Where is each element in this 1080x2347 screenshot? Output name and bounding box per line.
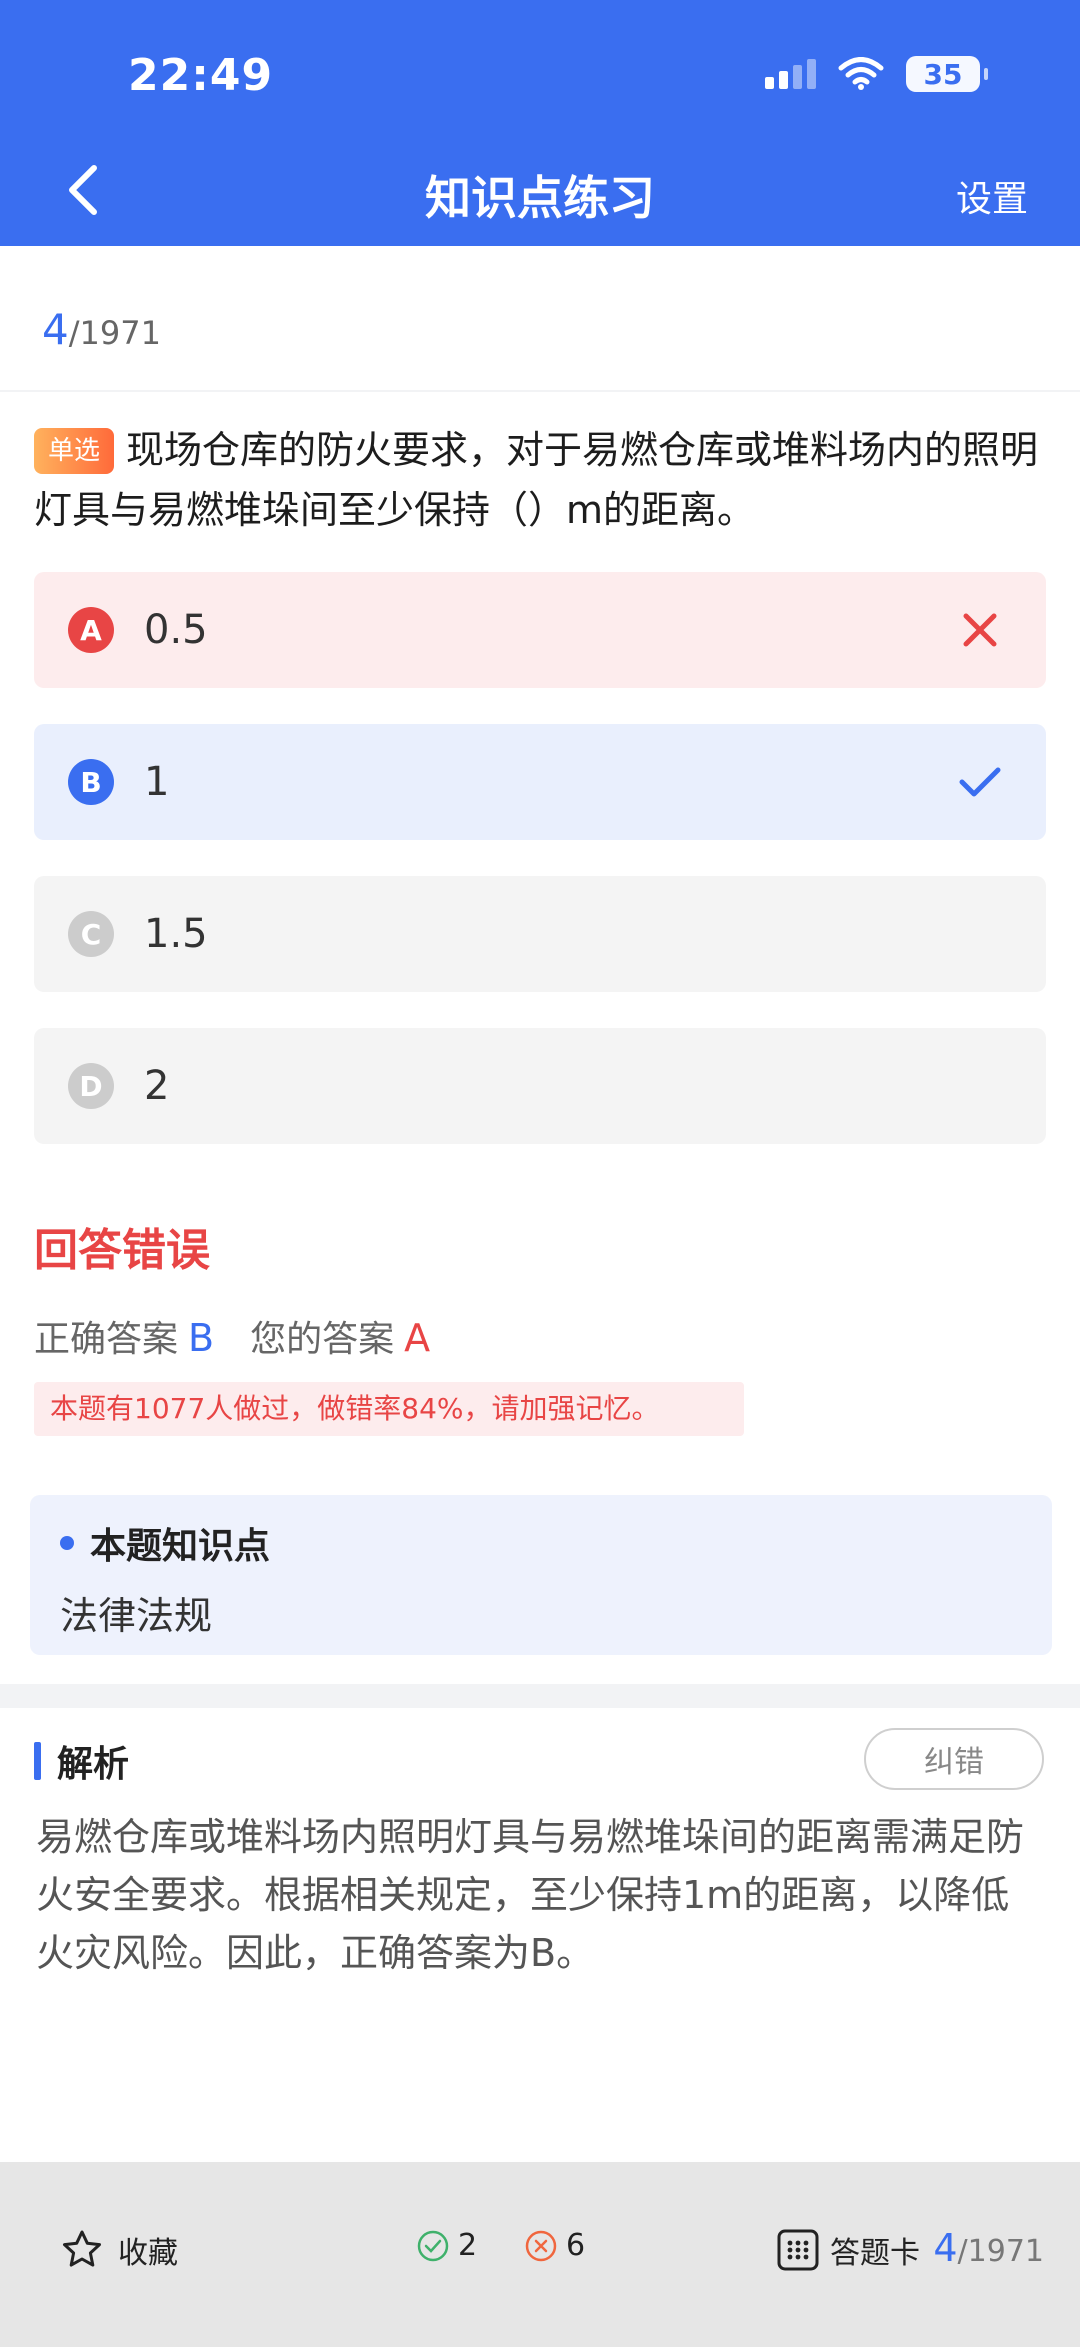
footer-progress: 4/1971 bbox=[933, 2226, 1044, 2270]
your-answer-value: A bbox=[404, 1316, 431, 1360]
option-c[interactable]: C 1.5 bbox=[34, 876, 1046, 992]
progress-current: 4 bbox=[42, 305, 69, 354]
your-answer-label: 您的答案 bbox=[250, 1319, 395, 1360]
check-circle-icon bbox=[417, 2230, 449, 2261]
option-d[interactable]: D 2 bbox=[34, 1028, 1046, 1144]
option-text: 1 bbox=[144, 759, 170, 805]
answer-card-label: 答题卡 bbox=[830, 2236, 920, 2271]
knowledge-point-label: 本题知识点 bbox=[90, 1526, 271, 1567]
favorite-button[interactable]: 收藏 bbox=[60, 2228, 178, 2272]
option-a[interactable]: A 0.5 bbox=[34, 572, 1046, 688]
section-accent-bar bbox=[34, 1742, 41, 1780]
wifi-icon bbox=[838, 57, 884, 90]
status-icons: 35 bbox=[765, 56, 988, 92]
knowledge-point-card: 本题知识点 法律法规 bbox=[30, 1495, 1052, 1655]
question-stem: 单选 现场仓库的防火要求，对于易燃仓库或堆料场内的照明灯具与易燃堆垛间至少保持（）… bbox=[34, 420, 1044, 540]
page-title: 知识点练习 bbox=[425, 171, 655, 225]
question-text: 现场仓库的防火要求，对于易燃仓库或堆料场内的照明灯具与易燃堆垛间至少保持（）m的… bbox=[34, 428, 1039, 532]
answer-card-button[interactable]: 答题卡 bbox=[776, 2228, 920, 2272]
option-text: 2 bbox=[144, 1063, 170, 1109]
correct-count: 2 bbox=[416, 2228, 477, 2263]
knowledge-point-value: 法律法规 bbox=[60, 1594, 213, 1638]
bullet-dot bbox=[60, 1536, 74, 1550]
check-icon bbox=[959, 767, 1001, 797]
settings-button[interactable]: 设置 bbox=[956, 170, 1028, 222]
status-time: 22:49 bbox=[128, 50, 274, 101]
question-progress: 4/1971 bbox=[42, 305, 161, 354]
divider bbox=[0, 390, 1080, 392]
correct-answer-value: B bbox=[188, 1316, 215, 1360]
knowledge-point-title: 本题知识点 bbox=[60, 1517, 270, 1569]
analysis-title: 解析 bbox=[57, 1744, 130, 1785]
result-title: 回答错误 bbox=[34, 1225, 210, 1276]
answer-summary: 正确答案 B 您的答案 A bbox=[34, 1310, 430, 1362]
analysis-text: 易燃仓库或堆料场内照明灯具与易燃堆垛间的距离需满足防火安全要求。根据相关规定，至… bbox=[36, 1815, 1025, 1975]
favorite-label: 收藏 bbox=[118, 2236, 178, 2271]
option-text: 1.5 bbox=[144, 911, 208, 957]
option-letter: B bbox=[68, 759, 114, 805]
option-letter: A bbox=[68, 607, 114, 653]
progress-total: /1971 bbox=[68, 314, 161, 352]
star-icon bbox=[63, 2230, 101, 2267]
analysis-header: 解析 bbox=[34, 1735, 129, 1787]
option-b[interactable]: B 1 bbox=[34, 724, 1046, 840]
bottom-toolbar: 收藏 2 6 答题卡 4/1971 bbox=[0, 2162, 1080, 2347]
question-type-tag: 单选 bbox=[34, 428, 115, 474]
option-letter: C bbox=[68, 911, 114, 957]
wrong-count: 6 bbox=[524, 2228, 585, 2263]
grid-icon bbox=[777, 2229, 819, 2271]
error-rate-note: 本题有1077人做过，做错率84%，请加强记忆。 bbox=[34, 1382, 744, 1436]
cross-icon bbox=[963, 613, 997, 647]
option-letter: D bbox=[68, 1063, 114, 1109]
battery-icon: 35 bbox=[906, 56, 988, 92]
section-separator bbox=[0, 1684, 1080, 1708]
cross-circle-icon bbox=[525, 2230, 557, 2261]
app-header: 22:49 35 知识点练习 设置 bbox=[0, 0, 1080, 246]
footer-progress-current: 4 bbox=[933, 2226, 958, 2270]
footer-progress-total: /1971 bbox=[957, 2234, 1044, 2269]
option-text: 0.5 bbox=[144, 607, 208, 653]
signal-icon bbox=[765, 59, 816, 89]
correct-count-value: 2 bbox=[458, 2228, 478, 2263]
correct-answer-label: 正确答案 bbox=[34, 1319, 179, 1360]
report-error-button[interactable]: 纠错 bbox=[864, 1728, 1044, 1790]
wrong-count-value: 6 bbox=[566, 2228, 586, 2263]
